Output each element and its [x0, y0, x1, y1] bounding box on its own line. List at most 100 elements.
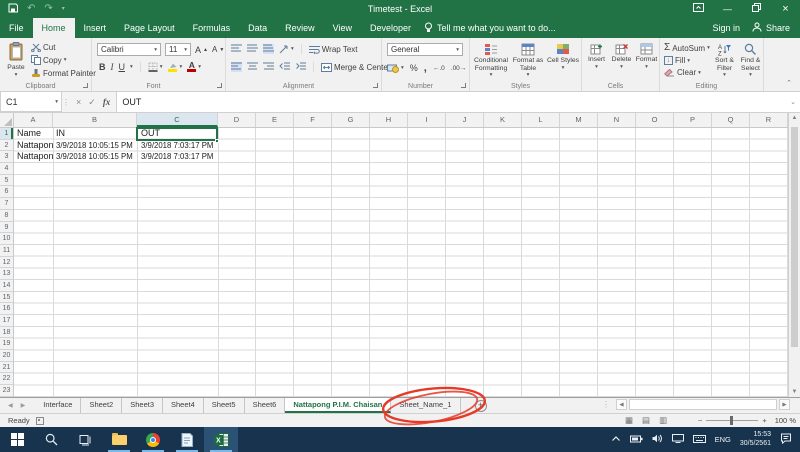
share-button[interactable]: Share	[752, 22, 790, 34]
collapse-ribbon-icon[interactable]: ⌃	[786, 79, 792, 87]
column-header[interactable]: F	[294, 113, 332, 127]
insert-function-button[interactable]: fx	[103, 97, 111, 107]
restore-button[interactable]	[742, 0, 771, 18]
column-header[interactable]: M	[560, 113, 598, 127]
grow-font-button[interactable]: A▲	[195, 45, 208, 55]
row-header[interactable]: 4	[0, 163, 13, 175]
ribbon-tab[interactable]: Page Layout	[115, 18, 184, 38]
sheet-tab[interactable]: Sheet5	[204, 398, 245, 413]
clear-button[interactable]: Clear▾	[664, 68, 710, 77]
underline-dropdown[interactable]: ▾	[130, 64, 133, 70]
row-header[interactable]: 21	[0, 362, 13, 374]
align-right-icon[interactable]	[263, 62, 274, 72]
ribbon-tab[interactable]: Data	[239, 18, 276, 38]
comma-style-button[interactable]: ,	[424, 62, 427, 74]
language-indicator[interactable]: ENG	[715, 435, 731, 444]
font-color-button[interactable]: A ▾	[187, 62, 201, 72]
vertical-scroll-thumb[interactable]	[791, 127, 798, 347]
shrink-font-button[interactable]: A▼	[212, 45, 224, 54]
row-header[interactable]: 7	[0, 198, 13, 210]
zoom-level[interactable]: 100 %	[775, 414, 796, 427]
ribbon-tab[interactable]: Formulas	[184, 18, 240, 38]
notepad-button[interactable]	[170, 427, 204, 452]
excel-taskbar-button[interactable]: X	[204, 427, 238, 452]
column-header[interactable]: J	[446, 113, 484, 127]
scroll-left-icon[interactable]: ◀	[616, 399, 627, 410]
row-header[interactable]: 10	[0, 233, 13, 245]
insert-cells-button[interactable]: Insert ▾	[584, 43, 609, 70]
task-view-button[interactable]	[68, 427, 102, 452]
sheet-tab[interactable]: Sheet3	[122, 398, 163, 413]
fill-handle[interactable]	[215, 139, 219, 143]
italic-button[interactable]: I	[111, 62, 114, 72]
row-header[interactable]: 2	[0, 140, 13, 152]
delete-cells-button[interactable]: Delete ▾	[609, 43, 634, 70]
column-header[interactable]: D	[218, 113, 256, 127]
increase-indent-icon[interactable]	[295, 62, 306, 72]
action-center-icon[interactable]	[780, 433, 792, 446]
page-break-view-icon[interactable]: ▥	[659, 414, 667, 427]
column-header[interactable]: G	[332, 113, 370, 127]
minimize-button[interactable]: —	[713, 0, 742, 18]
normal-view-icon[interactable]: ▦	[625, 414, 633, 427]
cell-A3[interactable]: Nattapong	[15, 151, 53, 163]
ribbon-tab[interactable]: Review	[276, 18, 324, 38]
ribbon-tab[interactable]: Developer	[361, 18, 420, 38]
scroll-up-icon[interactable]: ▲	[789, 115, 800, 121]
row-header[interactable]: 13	[0, 268, 13, 280]
format-cells-button[interactable]: Format ▾	[634, 43, 659, 70]
cell-A2[interactable]: Nattapong	[15, 140, 53, 152]
touch-keyboard-icon[interactable]	[693, 435, 706, 445]
column-header[interactable]: K	[484, 113, 522, 127]
cut-button[interactable]: Cut	[31, 43, 96, 52]
new-sheet-button[interactable]: +	[475, 400, 487, 412]
network-icon[interactable]	[672, 434, 684, 445]
wrap-text-button[interactable]: Wrap Text	[309, 45, 358, 54]
tray-expand-icon[interactable]	[611, 435, 621, 445]
clipboard-dialog-launcher[interactable]	[83, 83, 88, 88]
copy-button[interactable]: Copy ▾	[31, 55, 96, 65]
number-format-select[interactable]: General▾	[387, 43, 463, 56]
horizontal-scroll-track[interactable]	[629, 399, 777, 410]
align-top-icon[interactable]	[231, 44, 242, 54]
font-dialog-launcher[interactable]	[217, 83, 222, 88]
align-bottom-icon[interactable]	[263, 44, 274, 54]
confirm-entry-icon[interactable]: ✓	[88, 97, 96, 108]
cell-C3[interactable]: 3/9/2018 7:03:17 PM	[139, 151, 218, 163]
zoom-in-icon[interactable]: +	[762, 416, 766, 425]
cell-styles-button[interactable]: Cell Styles ▾	[546, 43, 580, 71]
row-header[interactable]: 6	[0, 186, 13, 198]
search-button[interactable]	[34, 427, 68, 452]
select-all-button[interactable]	[0, 113, 14, 127]
decrease-indent-icon[interactable]	[279, 62, 290, 72]
conditional-formatting-button[interactable]: Conditional Formatting ▾	[472, 43, 510, 78]
column-header[interactable]: P	[674, 113, 712, 127]
row-header[interactable]: 15	[0, 292, 13, 304]
cancel-entry-icon[interactable]: ×	[76, 97, 81, 107]
paste-button[interactable]: Paste ▾	[3, 42, 29, 78]
row-header[interactable]: 20	[0, 350, 13, 362]
zoom-out-icon[interactable]: −	[698, 416, 702, 425]
row-header[interactable]: 16	[0, 303, 13, 315]
name-box[interactable]: C1 ▾	[0, 92, 62, 112]
row-header[interactable]: 9	[0, 222, 13, 234]
horizontal-scrollbar[interactable]: ⋮ ◀ ▶	[602, 399, 790, 410]
name-box-dropdown[interactable]: ▾	[55, 99, 58, 105]
row-header[interactable]: 17	[0, 315, 13, 327]
clock[interactable]: 15:53 30/5/2561	[740, 431, 771, 448]
cell-B2[interactable]: 3/9/2018 10:05:15 PM	[54, 140, 137, 152]
increase-decimal-button[interactable]: ←.0	[433, 65, 445, 72]
row-header[interactable]: 18	[0, 327, 13, 339]
expand-formula-bar-icon[interactable]: ⌄	[786, 92, 800, 112]
macro-record-icon[interactable]	[36, 417, 44, 425]
column-header[interactable]: N	[598, 113, 636, 127]
sign-in-link[interactable]: Sign in	[712, 23, 740, 33]
column-header[interactable]: O	[636, 113, 674, 127]
font-name-select[interactable]: Calibri▾	[97, 43, 161, 56]
format-painter-button[interactable]: Format Painter	[31, 68, 96, 78]
column-header[interactable]: Q	[712, 113, 750, 127]
autosum-button[interactable]: Σ AutoSum▾	[664, 43, 710, 53]
sheet-tab[interactable]: Sheet2	[81, 398, 122, 413]
find-select-button[interactable]: Find & Select ▾	[738, 43, 763, 78]
file-explorer-button[interactable]	[102, 427, 136, 452]
